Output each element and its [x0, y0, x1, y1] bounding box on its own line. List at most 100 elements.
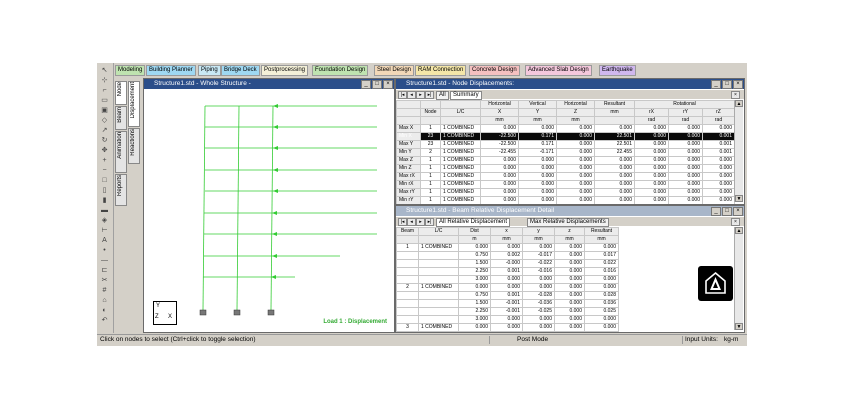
mode-tab-postprocessing[interactable]: Postprocessing [261, 65, 309, 76]
zoom-in-icon[interactable]: + [100, 157, 109, 164]
mode-tab-bridge-deck[interactable]: Bridge Deck [221, 65, 260, 76]
table-row[interactable]: Max rX 1 1 COMBINED 0.000 0.000 0.000 0.000 0.0… [396, 172, 735, 181]
rotate-tool-icon[interactable]: ↻ [100, 137, 109, 144]
status-units-label: Input Units: [685, 336, 718, 343]
table-row[interactable]: Min rY 1 1 COMBINED 0.000 0.000 0.000 0.000 0.0… [396, 196, 735, 204]
tab-node[interactable]: Node [115, 81, 127, 105]
tab-all[interactable]: All [436, 91, 449, 100]
table-row[interactable]: Max rY 1 1 COMBINED 0.000 0.000 0.000 0.000 0.0… [396, 188, 735, 197]
cell-lc: 1 COMBINED [440, 172, 481, 181]
scroll-up-icon[interactable]: ▲ [735, 227, 743, 234]
maximize-icon[interactable]: □ [372, 80, 382, 89]
cut-section-icon[interactable]: ✂ [100, 277, 109, 284]
table-row[interactable]: Max Y 23 1 COMBINED -22.500 0.171 0.000 22.501… [396, 140, 735, 149]
table-row[interactable]: 31 COMBINED 0.000 0.000 0.000 0.000 0.000 [396, 323, 619, 332]
table-row[interactable]: 1.500 -0.001 -0.036 0.000 0.036 [396, 299, 619, 308]
table-row[interactable]: Max X11 COMBINED 0.000 0.000 0.000 0.000 0.00… [396, 124, 735, 133]
close-icon[interactable]: × [733, 80, 743, 89]
mode-tab-advanced-slab-design[interactable]: Advanced Slab Design [525, 65, 592, 76]
maximize-icon[interactable]: □ [722, 80, 732, 89]
tab-summary[interactable]: Summary [450, 91, 482, 100]
view-iso-icon[interactable]: ◈ [100, 217, 109, 224]
last-tab-icon[interactable]: ▸| [425, 218, 434, 226]
table-row[interactable]: 1.500 -0.000 -0.022 0.000 0.022 [396, 259, 619, 268]
zoom-window-icon[interactable]: □ [100, 177, 109, 184]
select-plate-icon[interactable]: ▭ [100, 97, 109, 104]
minimize-icon[interactable]: _ [361, 80, 371, 89]
view-side-icon[interactable]: ▮ [100, 197, 109, 204]
tab-reports[interactable]: Reports [115, 174, 127, 206]
tab-max-relative-displacements[interactable]: Max Relative Displacements [527, 218, 609, 227]
table-row[interactable]: 0.750 0.001 -0.028 0.000 0.028 [396, 291, 619, 300]
minimize-icon[interactable]: _ [711, 207, 721, 216]
cell-z: 0.000 [556, 180, 595, 189]
node-label-icon[interactable]: • [100, 247, 109, 254]
close-icon[interactable]: × [731, 218, 740, 226]
beam-label-icon[interactable]: — [100, 257, 109, 264]
maximize-icon[interactable]: □ [722, 207, 732, 216]
select-cursor-icon[interactable]: ↖ [100, 67, 109, 74]
section-tool-icon[interactable]: ⊏ [100, 267, 109, 274]
last-tab-icon[interactable]: ▸| [425, 91, 434, 99]
table-row[interactable]: 11 COMBINED 0.000 0.000 0.000 0.000 0.000 [396, 243, 619, 252]
tab-all-relative-displacement[interactable]: All Relative Displacement [436, 218, 511, 227]
mode-tab-piping[interactable]: Piping [198, 65, 221, 76]
mode-tab-earthquake[interactable]: Earthquake [599, 65, 636, 76]
select-beam-icon[interactable]: ⌐ [100, 87, 109, 94]
render-tool-icon[interactable]: ◐ [100, 307, 109, 314]
mode-tab-ram-connection[interactable]: RAM Connection [415, 65, 467, 76]
minimize-icon[interactable]: _ [711, 80, 721, 89]
table-row[interactable]: Min X 23 1 COMBINED -22.500 0.171 0.000 22.501… [396, 132, 735, 141]
table-row[interactable]: 2.250 -0.001 -0.025 0.000 0.025 [396, 307, 619, 316]
scroll-down-icon[interactable]: ▼ [735, 323, 743, 330]
symbols-tool-icon[interactable]: ⌂ [100, 297, 109, 304]
prev-tab-icon[interactable]: ◂ [407, 218, 416, 226]
table-row[interactable]: Max Z11 COMBINED 0.000 0.000 0.000 0.000 0.00… [396, 156, 735, 165]
node-table-scrollbar[interactable]: ▲ ▼ [734, 100, 743, 202]
view-front-icon[interactable]: ▯ [100, 187, 109, 194]
table-row[interactable]: 2.250 0.001 -0.016 0.000 0.016 [396, 267, 619, 276]
first-tab-icon[interactable]: |◂ [398, 91, 407, 99]
cell-beam [396, 315, 419, 324]
close-icon[interactable]: × [383, 80, 393, 89]
mode-tab-building-planner[interactable]: Building Planner [146, 65, 196, 76]
cell-z: 0.000 [556, 196, 595, 204]
first-tab-icon[interactable]: |◂ [398, 218, 407, 226]
select-solid-icon[interactable]: ▣ [100, 107, 109, 114]
scroll-up-icon[interactable]: ▲ [735, 100, 743, 107]
view-top-icon[interactable]: ▬ [100, 207, 109, 214]
table-row[interactable]: 3.000 0.000 0.000 0.000 0.000 [396, 315, 619, 324]
table-row[interactable]: Min Y21 COMBINED -22.455 -0.171 0.000 22.455… [396, 148, 735, 157]
label-tool-icon[interactable]: A [100, 237, 109, 244]
zoom-out-icon[interactable]: − [100, 167, 109, 174]
undo-icon[interactable]: ↶ [100, 317, 109, 324]
tab-displacement[interactable]: Displacement [128, 81, 140, 127]
prev-tab-icon[interactable]: ◂ [407, 91, 416, 99]
axis-x-label: X [168, 314, 173, 320]
beam-table-scrollbar[interactable]: ▲ ▼ [734, 227, 743, 330]
tab-beam[interactable]: Beam [115, 106, 127, 130]
grid-tool-icon[interactable]: # [100, 287, 109, 294]
mode-tab-modeling[interactable]: Modeling [115, 65, 146, 76]
table-row[interactable]: 0.750 0.002 -0.017 0.000 0.017 [396, 251, 619, 260]
tab-reactions[interactable]: Reactions [128, 128, 140, 164]
table-row[interactable]: 3.000 0.000 0.000 0.000 0.000 [396, 275, 619, 284]
next-tab-icon[interactable]: ▸ [416, 218, 425, 226]
mode-tab-foundation-design[interactable]: Foundation Design [312, 65, 369, 76]
tab-animation[interactable]: Animation [115, 131, 127, 173]
structure-viewport[interactable]: Y Z X Load 1 : Displacement [145, 90, 393, 331]
close-icon[interactable]: × [731, 91, 740, 99]
measure-tool-icon[interactable]: ⊢ [100, 227, 109, 234]
table-row[interactable]: 21 COMBINED 0.000 0.000 0.000 0.000 0.000 [396, 283, 619, 292]
scroll-down-icon[interactable]: ▼ [735, 195, 743, 202]
table-row[interactable]: Min Z11 COMBINED 0.000 0.000 0.000 0.000 0.00… [396, 164, 735, 173]
mode-tab-concrete-design[interactable]: Concrete Design [469, 65, 520, 76]
table-row[interactable]: Min rX 1 1 COMBINED 0.000 0.000 0.000 0.000 0.0… [396, 180, 735, 189]
select-surface-icon[interactable]: ◇ [100, 117, 109, 124]
next-tab-icon[interactable]: ▸ [416, 91, 425, 99]
pan-tool-icon[interactable]: ✥ [100, 147, 109, 154]
select-node-icon[interactable]: ⊹ [100, 77, 109, 84]
close-icon[interactable]: × [733, 207, 743, 216]
pointer-tool-icon[interactable]: ↗ [100, 127, 109, 134]
mode-tab-steel-design[interactable]: Steel Design [374, 65, 415, 76]
